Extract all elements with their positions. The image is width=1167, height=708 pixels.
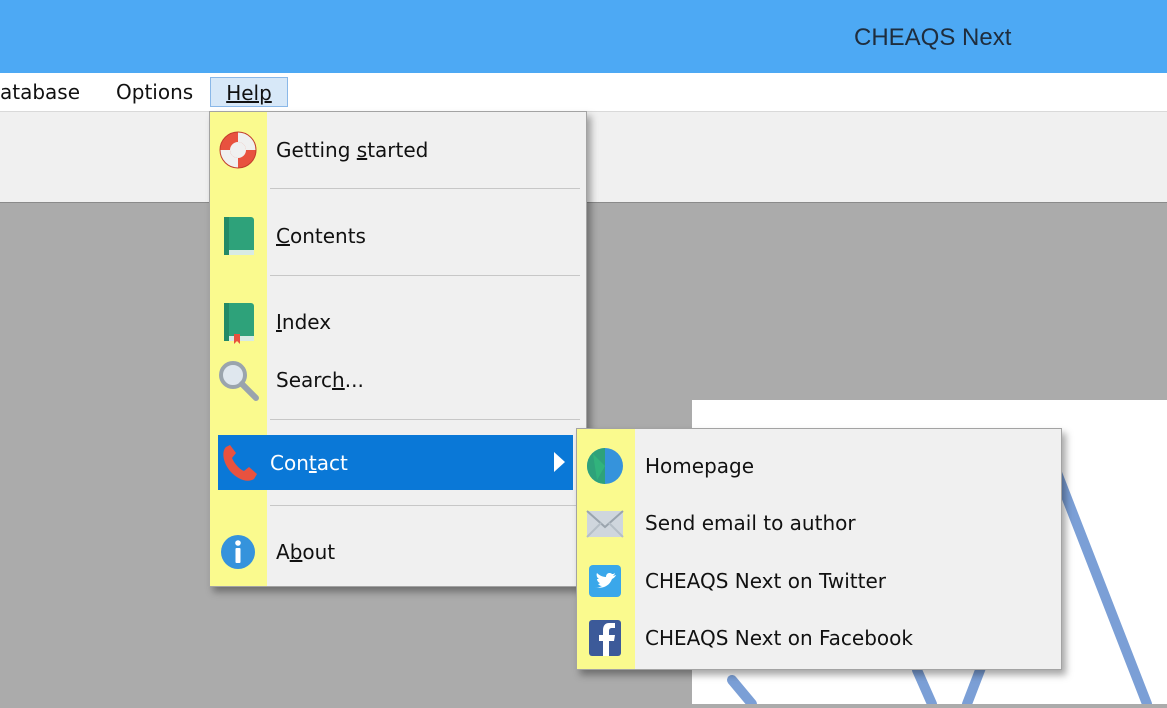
title-bar: CHEAQS Next bbox=[0, 0, 1167, 73]
help-menu: Getting started Contents Index Search...… bbox=[209, 111, 587, 587]
book-bookmark-icon bbox=[216, 300, 260, 344]
window-title: CHEAQS Next bbox=[854, 24, 1012, 51]
menu-item-index[interactable]: Index bbox=[216, 297, 580, 347]
about-label: About bbox=[276, 540, 336, 564]
menu-separator bbox=[270, 188, 580, 189]
facebook-icon bbox=[583, 616, 627, 660]
submenu-item-facebook[interactable]: CHEAQS Next on Facebook bbox=[583, 613, 1053, 663]
getting-started-label: Getting started bbox=[276, 138, 429, 162]
submenu-arrow-icon bbox=[554, 452, 565, 472]
send-email-label: Send email to author bbox=[645, 511, 856, 535]
contact-label: Contact bbox=[270, 450, 348, 475]
facebook-label: CHEAQS Next on Facebook bbox=[645, 626, 913, 650]
globe-icon bbox=[583, 444, 627, 488]
lifebuoy-icon bbox=[216, 128, 260, 172]
twitter-icon bbox=[583, 559, 627, 603]
envelope-icon bbox=[583, 501, 627, 545]
menu-item-about[interactable]: About bbox=[216, 527, 580, 577]
contents-label: Contents bbox=[276, 224, 366, 248]
info-icon bbox=[216, 530, 260, 574]
index-label: Index bbox=[276, 310, 332, 334]
search-label: Search... bbox=[276, 368, 364, 392]
menu-bar: atabase Options Help bbox=[0, 73, 1167, 112]
submenu-item-twitter[interactable]: CHEAQS Next on Twitter bbox=[583, 556, 1053, 606]
menu-help[interactable]: Help bbox=[210, 77, 288, 107]
homepage-label: Homepage bbox=[645, 454, 755, 478]
submenu-item-send-email[interactable]: Send email to author bbox=[583, 498, 1053, 548]
menu-separator bbox=[270, 275, 580, 276]
phone-icon bbox=[218, 441, 262, 485]
menu-database[interactable]: atabase bbox=[0, 77, 80, 107]
menu-item-getting-started[interactable]: Getting started bbox=[216, 125, 580, 175]
magnifier-icon bbox=[216, 358, 260, 402]
twitter-label: CHEAQS Next on Twitter bbox=[645, 569, 887, 593]
menu-options[interactable]: Options bbox=[116, 77, 193, 107]
menu-icon-stripe bbox=[210, 112, 267, 586]
contact-submenu: Homepage Send email to author CHEAQS Nex… bbox=[576, 428, 1062, 670]
menu-item-contact[interactable]: Contact bbox=[218, 435, 573, 490]
submenu-item-homepage[interactable]: Homepage bbox=[583, 441, 1053, 491]
menu-separator bbox=[270, 419, 580, 420]
menu-separator bbox=[270, 505, 580, 506]
book-icon bbox=[216, 214, 260, 258]
menu-item-search[interactable]: Search... bbox=[216, 355, 580, 405]
menu-item-contents[interactable]: Contents bbox=[216, 211, 580, 261]
